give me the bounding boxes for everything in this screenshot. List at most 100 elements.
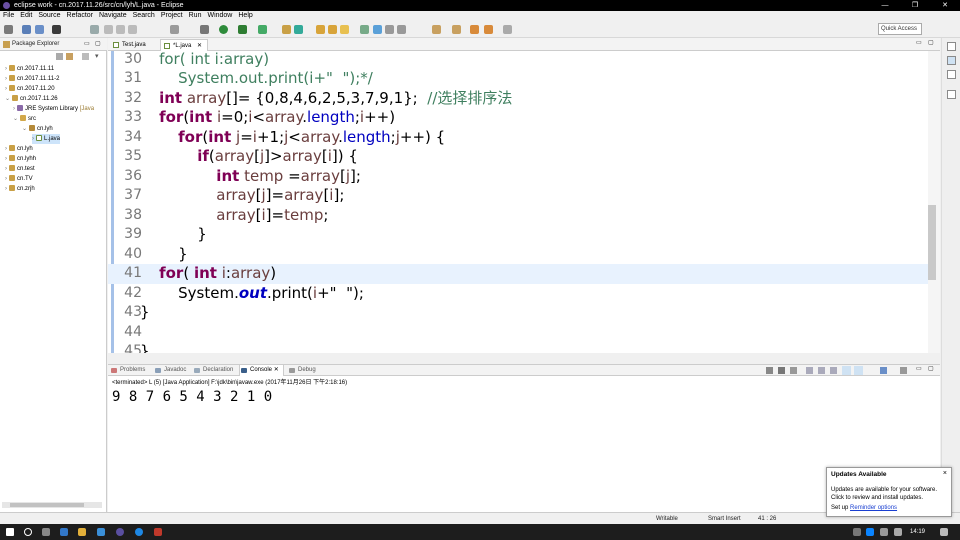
new-java-package-icon[interactable] (282, 25, 291, 34)
package-explorer-tab[interactable]: Package Explorer ▭ ▢ (0, 38, 107, 51)
search-taskbar-icon[interactable] (24, 528, 32, 536)
tab-console[interactable]: Console ✕ (239, 365, 284, 376)
quick-access-input[interactable]: Quick Access (878, 23, 922, 35)
reminder-options-link[interactable]: Reminder options (850, 505, 897, 511)
tree-item-project[interactable]: › cn.2017.11.11-2 (5, 74, 59, 84)
tree-item-project[interactable]: › cn.lyh (5, 144, 33, 154)
tab-debug[interactable]: Debug (288, 365, 316, 376)
tab-test-java[interactable]: Test.java (110, 39, 151, 51)
code-line-current[interactable]: 41 for( int i:array) (108, 264, 928, 284)
last-edit-icon[interactable] (470, 25, 479, 34)
edge-icon[interactable] (60, 528, 68, 536)
open-task-icon[interactable] (328, 25, 337, 34)
tree-item-project[interactable]: › cn.TV (5, 174, 33, 184)
collapse-all-icon[interactable] (56, 53, 63, 60)
minimize-view-icon[interactable]: ▭ (84, 38, 90, 51)
close-window-button[interactable]: ✕ (930, 0, 960, 11)
menu-refactor[interactable]: Refactor (67, 11, 93, 21)
menu-search[interactable]: Search (133, 11, 155, 21)
code-line[interactable]: 35 if(array[j]>array[i]) { (108, 147, 928, 167)
terminate-console-icon[interactable] (766, 367, 773, 374)
tab-declaration[interactable]: Declaration (193, 365, 233, 376)
tree-item-java-file[interactable]: › L.java (32, 134, 61, 144)
suspend-icon[interactable] (116, 25, 125, 34)
task-list-icon[interactable] (947, 70, 956, 79)
debug-run-icon[interactable] (200, 25, 209, 34)
code-line[interactable]: 30 for( int i:array) (108, 51, 928, 69)
code-line[interactable]: 33 for(int i=0;i<array.length;i++) (108, 108, 928, 128)
remove-launch-icon[interactable] (778, 367, 785, 374)
minimize-console-icon[interactable]: ▭ (916, 365, 922, 372)
windows-start-icon[interactable] (6, 528, 14, 536)
tab-problems[interactable]: Problems (110, 365, 145, 376)
code-line[interactable]: 44 (108, 323, 928, 343)
code-line[interactable]: 42 System.out.print(i+" "); (108, 284, 928, 304)
task-view-icon[interactable] (42, 528, 50, 536)
code-line[interactable]: 37 array[j]=array[i]; (108, 186, 928, 206)
code-line[interactable]: 31 System.out.print(i+" ");*/ (108, 69, 928, 89)
updates-notification[interactable]: Updates Available × Updates are availabl… (826, 467, 952, 517)
run-icon[interactable] (219, 25, 228, 34)
code-line[interactable]: 43} (108, 303, 928, 323)
show-on-error-icon[interactable] (854, 366, 863, 375)
code-line[interactable]: 45} (108, 342, 928, 353)
tree-item-project[interactable]: › cn.2017.11.11 (5, 64, 54, 74)
code-line[interactable]: 39 } (108, 225, 928, 245)
notifications-icon[interactable] (940, 528, 948, 536)
tree-item-project-open[interactable]: ⌄ cn.2017.11.26 (5, 94, 58, 104)
tray-icon[interactable] (853, 528, 861, 536)
tree-item-project[interactable]: › cn.2017.11.20 (5, 84, 55, 94)
volume-icon[interactable] (880, 528, 888, 536)
remove-all-icon[interactable] (790, 367, 797, 374)
tree-item-project[interactable]: › cn.zrjh (5, 184, 35, 194)
minimize-button[interactable]: — (870, 0, 900, 11)
prev-annotation-icon[interactable] (452, 25, 461, 34)
code-line[interactable]: 36 int temp =array[j]; (108, 167, 928, 187)
close-console-icon[interactable]: ✕ (274, 367, 279, 373)
debug-icon[interactable] (52, 25, 61, 34)
horizontal-scrollbar[interactable] (2, 502, 102, 508)
close-tab-icon[interactable]: ✕ (197, 43, 202, 49)
tree-item-package[interactable]: ⌄ cn.lyh (22, 124, 53, 134)
display-console-icon[interactable] (900, 367, 907, 374)
resume-icon[interactable] (104, 25, 113, 34)
network-icon[interactable] (866, 528, 874, 536)
tab-javadoc[interactable]: Javadoc (154, 365, 186, 376)
search-icon[interactable] (340, 25, 349, 34)
code-line[interactable]: 38 array[i]=temp; (108, 206, 928, 226)
tree-item-jre-library[interactable]: › JRE System Library [Java (13, 104, 94, 114)
hierarchy-icon[interactable] (947, 90, 956, 99)
code-editor[interactable]: 30 for( int i:array) 31 System.out.print(… (108, 51, 928, 353)
show-whitespace-icon[interactable] (385, 25, 394, 34)
browser-icon[interactable] (135, 528, 143, 536)
menu-help[interactable]: Help (238, 11, 252, 21)
minimize-editor-icon[interactable]: ▭ (916, 39, 922, 46)
restore-view-icon[interactable] (947, 42, 956, 51)
code-line[interactable]: 32 int array[]= {0,8,4,6,2,5,3,7,9,1}; /… (108, 89, 928, 109)
tab-l-java[interactable]: *L.java ✕ (160, 39, 209, 51)
store-icon[interactable] (97, 528, 105, 536)
code-line[interactable]: 40 } (108, 245, 928, 265)
outline-icon[interactable] (947, 56, 956, 65)
tree-item-src[interactable]: ⌄ src (13, 114, 36, 124)
taskbar-clock[interactable]: 14:19 (910, 524, 925, 540)
back-icon[interactable] (484, 25, 493, 34)
save-all-icon[interactable] (35, 25, 44, 34)
app-icon[interactable] (154, 528, 162, 536)
tree-item-project[interactable]: › cn.test (5, 164, 35, 174)
maximize-editor-icon[interactable]: ▢ (928, 39, 934, 46)
word-wrap-icon[interactable] (830, 367, 837, 374)
coverage-icon[interactable] (238, 25, 247, 34)
eclipse-taskbar-icon[interactable] (116, 528, 124, 536)
battery-icon[interactable] (894, 528, 902, 536)
highlight-icon[interactable] (373, 25, 382, 34)
close-notification-button[interactable]: × (943, 470, 947, 477)
menu-source[interactable]: Source (38, 11, 60, 21)
save-icon[interactable] (22, 25, 31, 34)
clear-console-icon[interactable] (806, 367, 813, 374)
menu-file[interactable]: File (3, 11, 14, 21)
skip-breakpoints-icon[interactable] (90, 25, 99, 34)
new-icon[interactable] (4, 25, 13, 34)
show-on-output-icon[interactable] (842, 366, 851, 375)
menu-navigate[interactable]: Navigate (99, 11, 127, 21)
